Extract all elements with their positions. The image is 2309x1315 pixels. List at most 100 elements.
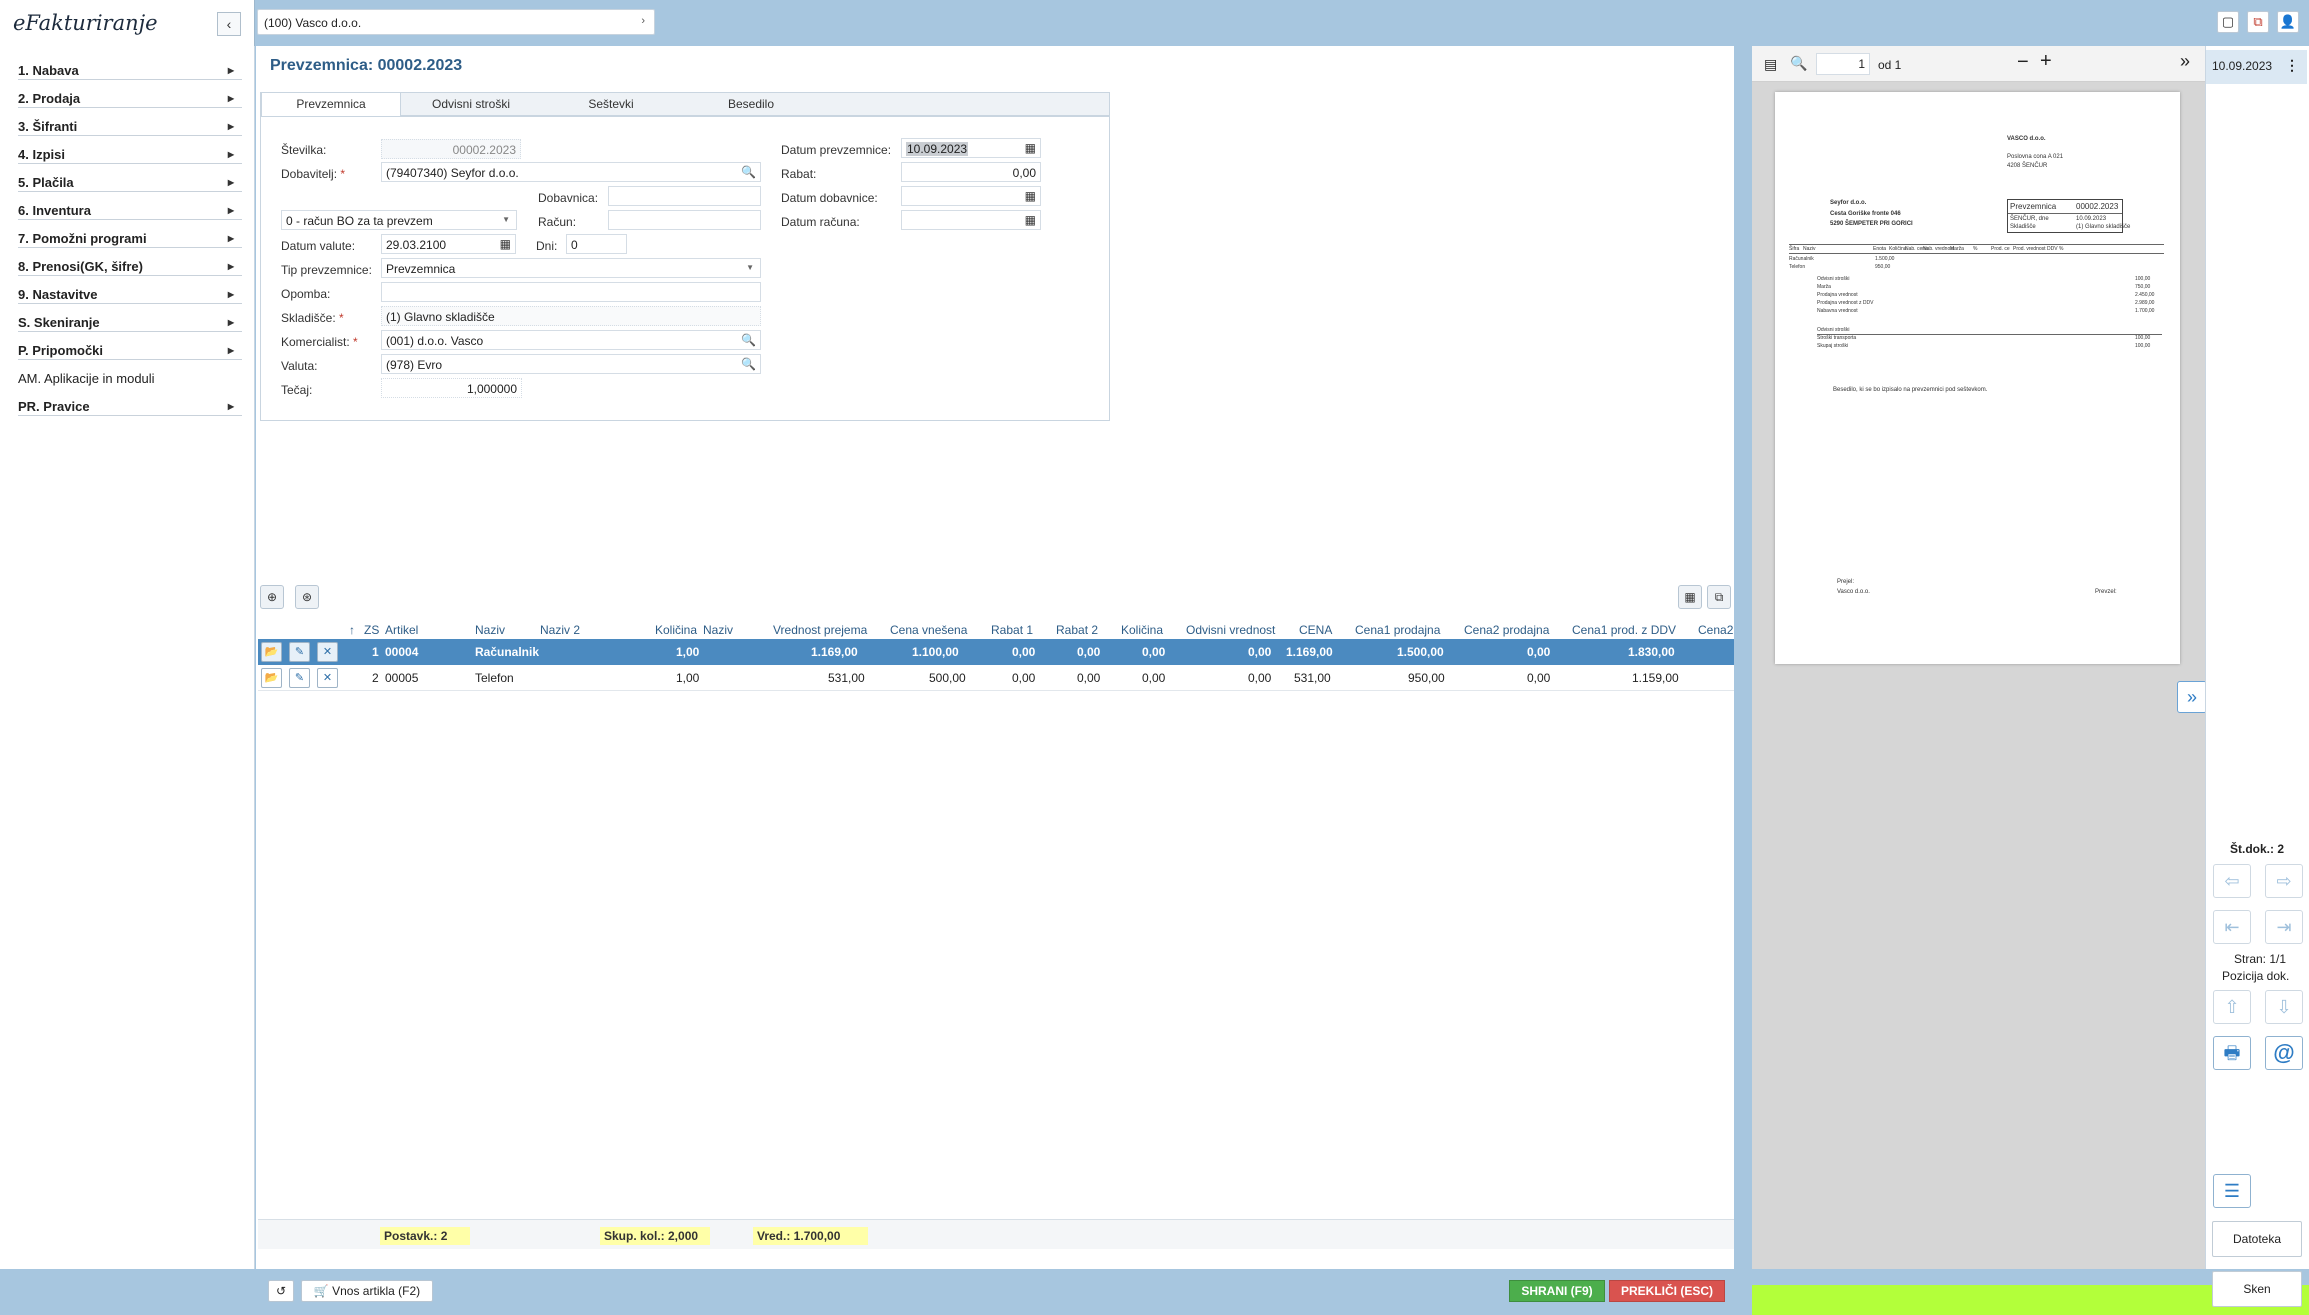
history-button[interactable]: ↺	[268, 1280, 294, 1302]
search-icon[interactable]: 🔍	[741, 165, 756, 179]
tab-sestevki[interactable]: Seštevki	[541, 93, 681, 117]
opomba-field[interactable]	[381, 282, 761, 302]
sken-button[interactable]: Sken	[2212, 1271, 2302, 1307]
table-row[interactable]: 📂 ✎ ✕ 2 00005 Telefon 1,00 531,00 500,00…	[258, 665, 1734, 691]
menu-button[interactable]: ☰	[2213, 1174, 2251, 1208]
col-rabat1[interactable]: Rabat 1	[991, 623, 1033, 637]
col-rabat2[interactable]: Rabat 2	[1056, 623, 1098, 637]
tab-besedilo[interactable]: Besedilo	[681, 93, 821, 117]
delete-icon[interactable]: ✕	[317, 668, 338, 688]
valuta-field[interactable]: (978) Evro 🔍	[381, 354, 761, 374]
splitter[interactable]	[1734, 46, 1743, 1269]
edit-icon[interactable]: ✎	[289, 668, 310, 688]
calendar-icon[interactable]: ▦	[1025, 213, 1036, 227]
search-icon[interactable]: 🔍	[741, 357, 756, 371]
grid-export-button[interactable]: ⧉	[1707, 585, 1731, 609]
collapse-sidebar-button[interactable]: ‹	[217, 12, 241, 36]
menu-item-pravice[interactable]: PR. Pravice ▶	[18, 389, 242, 416]
rabat-field[interactable]: 0,00	[901, 162, 1041, 182]
col-zs[interactable]: ZS	[364, 623, 379, 637]
datum-valute-field[interactable]: 29.03.2100 ▦	[381, 234, 516, 254]
racun-field[interactable]	[608, 210, 761, 230]
move-down-button[interactable]: ⊛	[295, 585, 319, 609]
menu-item-inventura[interactable]: 6. Inventura ▶	[18, 193, 242, 220]
edit-icon[interactable]: ✎	[289, 642, 310, 662]
folder-icon[interactable]: 📂	[261, 642, 282, 662]
company-combo[interactable]: (100) Vasco d.o.o. ›	[257, 9, 655, 35]
calendar-icon[interactable]: ▦	[500, 237, 511, 251]
menu-item-izpisi[interactable]: 4. Izpisi ▶	[18, 137, 242, 164]
col-odvisni[interactable]: Odvisni vrednost	[1186, 623, 1275, 637]
sidebar-toggle-icon[interactable]: ▤	[1764, 56, 1777, 73]
position-up-button[interactable]: ⇧	[2213, 990, 2251, 1024]
racun-type-select[interactable]: 0 - račun BO za ta prevzem ▼	[281, 210, 517, 230]
position-down-button[interactable]: ⇩	[2265, 990, 2303, 1024]
tab-prevzemnica[interactable]: Prevzemnica	[261, 93, 401, 118]
tip-select[interactable]: Prevzemnica ▼	[381, 258, 761, 278]
user-icon[interactable]: 👤	[2277, 11, 2299, 33]
zoom-out-icon[interactable]: −	[2017, 51, 2029, 74]
vnos-artikla-button[interactable]: 🛒 Vnos artikla (F2)	[301, 1280, 433, 1302]
window-icon[interactable]: ▢	[2217, 11, 2239, 33]
move-up-button[interactable]: ⊕	[260, 585, 284, 609]
calendar-icon[interactable]: ▦	[1025, 189, 1036, 203]
menu-item-aplikacije[interactable]: AM. Aplikacije in moduli	[18, 361, 242, 388]
expand-panel-button[interactable]: »	[2177, 681, 2207, 713]
col-kolicina[interactable]: Količina	[655, 623, 697, 637]
prev-doc-button[interactable]: ⇦	[2213, 864, 2251, 898]
datum-prevzemnice-field[interactable]: 10.09.2023 ▦	[901, 138, 1041, 158]
pdf-page-input[interactable]: 1	[1816, 53, 1870, 75]
col-naziv[interactable]: Naziv	[475, 623, 505, 637]
dni-field[interactable]: 0	[566, 234, 627, 254]
menu-item-skeniranje[interactable]: S. Skeniranje ▶	[18, 305, 242, 332]
next-doc-button[interactable]: ⇨	[2265, 864, 2303, 898]
tab-odvisni-stroski[interactable]: Odvisni stroški	[401, 93, 541, 117]
col-cena1-prodajna[interactable]: Cena1 prodajna	[1355, 623, 1440, 637]
tecaj-field[interactable]: 1,000000	[381, 378, 522, 398]
stevilka-field[interactable]: 00002.2023	[381, 139, 521, 159]
col-cena-vnesena[interactable]: Cena vnešena	[890, 623, 967, 637]
menu-item-sifranti[interactable]: 3. Šifranti ▶	[18, 109, 242, 136]
windows-icon[interactable]: ⧉	[2247, 11, 2269, 33]
cancel-button[interactable]: PREKLIČI (ESC)	[1609, 1280, 1725, 1302]
col-kolicina2[interactable]: Količina	[1121, 623, 1163, 637]
skladisce-field[interactable]: (1) Glavno skladišče	[381, 306, 761, 326]
menu-item-prodaja[interactable]: 2. Prodaja ▶	[18, 81, 242, 108]
zoom-in-icon[interactable]: +	[2040, 50, 2052, 73]
save-button[interactable]: SHRANI (F9)	[1509, 1280, 1605, 1302]
calendar-icon[interactable]: ▦	[1025, 141, 1036, 155]
menu-item-nabava[interactable]: 1. Nabava ▶	[18, 53, 242, 80]
search-icon[interactable]: 🔍	[1790, 55, 1807, 72]
sort-icon[interactable]: ↑	[349, 623, 355, 637]
last-page-button[interactable]: ⇥	[2265, 910, 2303, 944]
menu-item-prenosi[interactable]: 8. Prenosi(GK, šifre) ▶	[18, 249, 242, 276]
folder-icon[interactable]: 📂	[261, 668, 282, 688]
col-naziv2[interactable]: Naziv 2	[540, 623, 580, 637]
dobavnica-field[interactable]	[608, 186, 761, 206]
table-row[interactable]: 📂 ✎ ✕ 1 00004 Računalnik 1,00 1.169,00 1…	[258, 639, 1734, 665]
col-vrednost-prejema[interactable]: Vrednost prejema	[773, 623, 867, 637]
search-icon[interactable]: 🔍	[741, 333, 756, 347]
menu-item-pripomocki[interactable]: P. Pripomočki ▶	[18, 333, 242, 360]
document-date-item[interactable]: 10.09.2023 ⋮	[2206, 50, 2307, 84]
col-artikel[interactable]: Artikel	[385, 623, 418, 637]
grid-columns-button[interactable]: ▦	[1678, 585, 1702, 609]
print-button[interactable]: 🖶	[2213, 1036, 2251, 1070]
datoteka-button[interactable]: Datoteka	[2212, 1221, 2302, 1257]
col-cena2[interactable]: Cena2	[1698, 623, 1733, 637]
col-cena1-ddv[interactable]: Cena1 prod. z DDV	[1572, 623, 1676, 637]
col-naziv-b[interactable]: Naziv	[703, 623, 733, 637]
col-cena2-prodajna[interactable]: Cena2 prodajna	[1464, 623, 1549, 637]
col-cena[interactable]: CENA	[1299, 623, 1332, 637]
delete-icon[interactable]: ✕	[317, 642, 338, 662]
first-page-button[interactable]: ⇤	[2213, 910, 2251, 944]
komercialist-field[interactable]: (001) d.o.o. Vasco 🔍	[381, 330, 761, 350]
datum-racuna-field[interactable]: ▦	[901, 210, 1041, 230]
datum-dobavnice-field[interactable]: ▦	[901, 186, 1041, 206]
menu-item-nastavitve[interactable]: 9. Nastavitve ▶	[18, 277, 242, 304]
email-button[interactable]: @	[2265, 1036, 2303, 1070]
double-chevron-right-icon[interactable]: »	[2180, 51, 2190, 72]
menu-item-placila[interactable]: 5. Plačila ▶	[18, 165, 242, 192]
dobavitelj-field[interactable]: (79407340) Seyfor d.o.o. 🔍	[381, 162, 761, 182]
more-vertical-icon[interactable]: ⋮	[2285, 57, 2299, 74]
